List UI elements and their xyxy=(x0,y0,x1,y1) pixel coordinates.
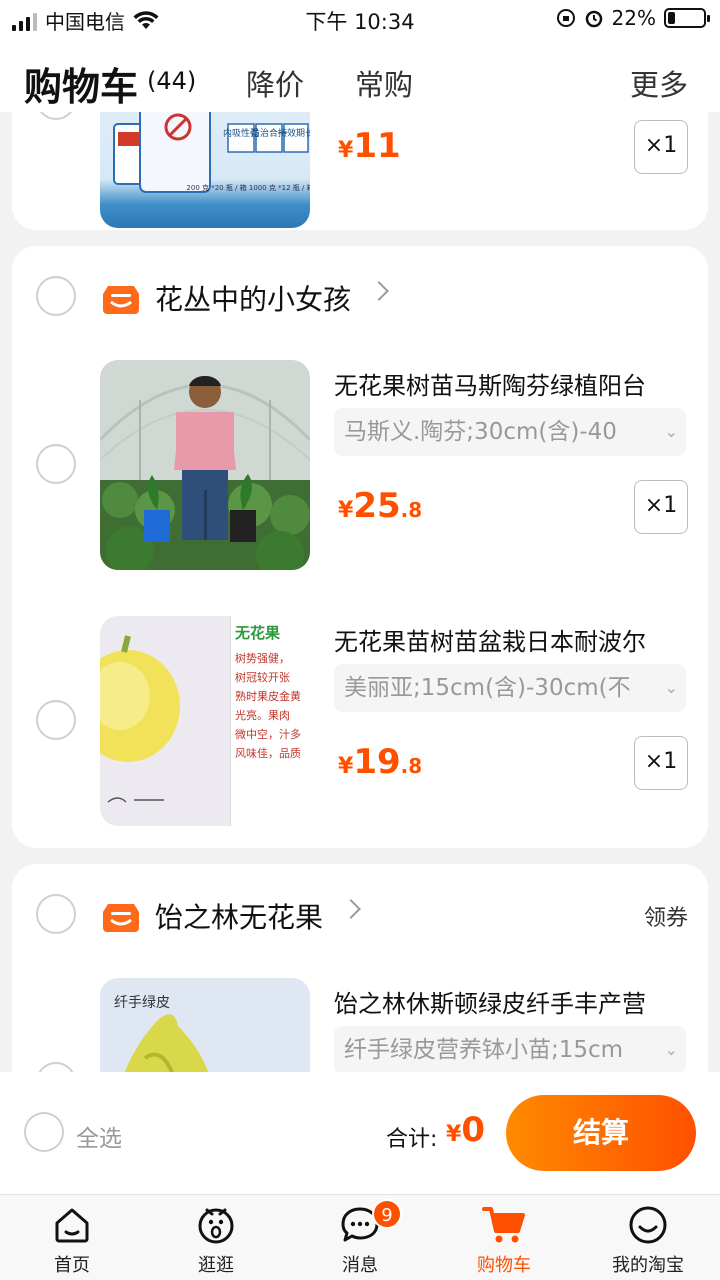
tab-price-drop[interactable]: 降价 xyxy=(246,62,304,104)
profile-icon xyxy=(629,1206,667,1244)
total-label: 合计: xyxy=(386,1127,438,1152)
shop-header[interactable]: 花丛中的小女孩 xyxy=(12,276,708,324)
checkout-button[interactable]: 结算 xyxy=(506,1095,696,1171)
status-bar: 中国电信 下午 10:34 22% xyxy=(0,0,720,40)
tab-cart[interactable]: 购物车 xyxy=(432,1195,576,1280)
chevron-down-icon: ⌄ xyxy=(660,1026,678,1072)
checkout-bar: 全选 合计: ¥0 结算 xyxy=(0,1072,720,1194)
coupon-button[interactable]: 领券 xyxy=(644,900,688,932)
tab-frequent[interactable]: 常购 xyxy=(355,62,413,104)
select-all-checkbox[interactable] xyxy=(24,1112,64,1152)
battery-icon xyxy=(664,8,710,28)
shop-header[interactable]: 饴之林无花果 领券 xyxy=(12,894,708,942)
chevron-down-icon: ⌄ xyxy=(660,408,678,456)
home-icon xyxy=(55,1208,89,1243)
item-checkbox[interactable] xyxy=(36,444,76,484)
quantity-button[interactable]: ×1 xyxy=(634,736,688,790)
shop-checkbox[interactable] xyxy=(36,276,76,316)
cart-list[interactable]: 内吸性强 防治合一 持效期长 200 克 *20 瓶 / 箱 1000 克 *1… xyxy=(0,112,720,1072)
cart-header: 购物车 (44) 降价 常购 更多 xyxy=(0,40,720,112)
message-badge: 9 xyxy=(372,1199,402,1229)
item-checkbox[interactable] xyxy=(36,1062,76,1072)
fig-fruit-image xyxy=(100,635,180,803)
product-image[interactable]: 无花果 树势强健， 树冠较开张 熟时果皮金黄 光亮。果肉 微中空，汁多 风味佳，… xyxy=(100,616,310,826)
battery-percent: 22% xyxy=(611,6,656,30)
package-badge-3: 持效期长 xyxy=(278,127,310,139)
chevron-down-icon: ⌄ xyxy=(660,664,678,712)
quantity-button[interactable]: ×1 xyxy=(634,120,688,174)
shop-icon xyxy=(103,286,139,314)
fig-description-card: 无花果 树势强健， 树冠较开张 熟时果皮金黄 光亮。果肉 微中空，汁多 风味佳，… xyxy=(230,616,310,826)
tab-label: 购物车 xyxy=(477,1255,531,1276)
product-title[interactable]: 无花果树苗马斯陶芬绿植阳台 xyxy=(334,366,646,401)
tab-label: 我的淘宝 xyxy=(612,1255,684,1276)
shop-icon xyxy=(103,904,139,932)
cart-icon xyxy=(482,1207,525,1243)
tab-home[interactable]: 首页 xyxy=(0,1195,144,1280)
product-title[interactable]: 饴之林休斯顿绿皮纤手丰产营 xyxy=(334,984,646,1019)
green-fig-image xyxy=(124,1014,209,1072)
more-button[interactable]: 更多 xyxy=(630,62,688,104)
alarm-icon xyxy=(585,10,602,28)
chevron-right-icon xyxy=(341,899,361,919)
sku-selector[interactable]: 美丽亚;15cm(含)-30cm(不 ⌄ xyxy=(334,664,686,712)
shop-name[interactable]: 饴之林无花果 xyxy=(155,896,323,936)
item-checkbox[interactable] xyxy=(36,112,76,120)
cart-count: (44) xyxy=(147,67,197,95)
item-checkbox[interactable] xyxy=(36,700,76,740)
sku-selector[interactable]: 纤手绿皮营养钵小苗;15cm ⌄ xyxy=(334,1026,686,1072)
chevron-right-icon xyxy=(369,281,389,301)
item-price: ¥25.8 xyxy=(338,486,423,526)
item-price: ¥19.8 xyxy=(338,742,423,782)
total-price: ¥0 xyxy=(446,1110,485,1150)
shop-name[interactable]: 花丛中的小女孩 xyxy=(155,278,351,318)
status-right: 22% xyxy=(556,6,710,30)
sku-selector[interactable]: 马斯义.陶芬;30cm(含)-40 ⌄ xyxy=(334,408,686,456)
tab-label: 消息 xyxy=(342,1255,378,1276)
product-title[interactable]: 无花果苗树苗盆栽日本耐波尔 xyxy=(334,622,646,657)
quantity-button[interactable]: ×1 xyxy=(634,480,688,534)
tab-label: 首页 xyxy=(54,1255,90,1276)
greenhouse-photo xyxy=(100,360,310,570)
rotation-lock-icon xyxy=(556,9,575,27)
bottom-tab-bar: 首页 逛逛 9 消息 购物车 我的淘宝 xyxy=(0,1194,720,1280)
tab-stroll[interactable]: 逛逛 xyxy=(144,1195,288,1280)
select-all-label[interactable]: 全选 xyxy=(76,1119,122,1153)
pesticide-package-image: 内吸性强 防治合一 持效期长 200 克 *20 瓶 / 箱 1000 克 *1… xyxy=(113,112,310,193)
fig-card-heading: 无花果 xyxy=(235,624,281,642)
package-spec: 200 克 *20 瓶 / 箱 1000 克 *12 瓶 / 箱 xyxy=(186,183,310,192)
shop-checkbox[interactable] xyxy=(36,894,76,934)
item-price: ¥11 xyxy=(338,126,401,166)
product-image[interactable]: 纤手绿皮 xyxy=(100,978,310,1072)
shop-card: 花丛中的小女孩 无花果树苗马斯陶芬绿植阳台 马斯义.陶芬;30cm(含)-40 … xyxy=(12,246,708,848)
stroll-icon xyxy=(198,1208,234,1244)
tab-my-taobao[interactable]: 我的淘宝 xyxy=(576,1195,720,1280)
tab-messages[interactable]: 9 消息 xyxy=(288,1195,432,1280)
shop-card: 饴之林无花果 领券 纤手绿皮 饴之林休斯顿绿皮纤手丰产营 纤手绿皮营养钵小苗;1… xyxy=(12,864,708,1072)
product-image[interactable] xyxy=(100,360,310,570)
cart-card-partial: 内吸性强 防治合一 持效期长 200 克 *20 瓶 / 箱 1000 克 *1… xyxy=(12,112,708,230)
page-title: 购物车 xyxy=(24,65,139,109)
product-image[interactable]: 内吸性强 防治合一 持效期长 200 克 *20 瓶 / 箱 1000 克 *1… xyxy=(100,112,310,228)
tab-label: 逛逛 xyxy=(198,1255,234,1276)
